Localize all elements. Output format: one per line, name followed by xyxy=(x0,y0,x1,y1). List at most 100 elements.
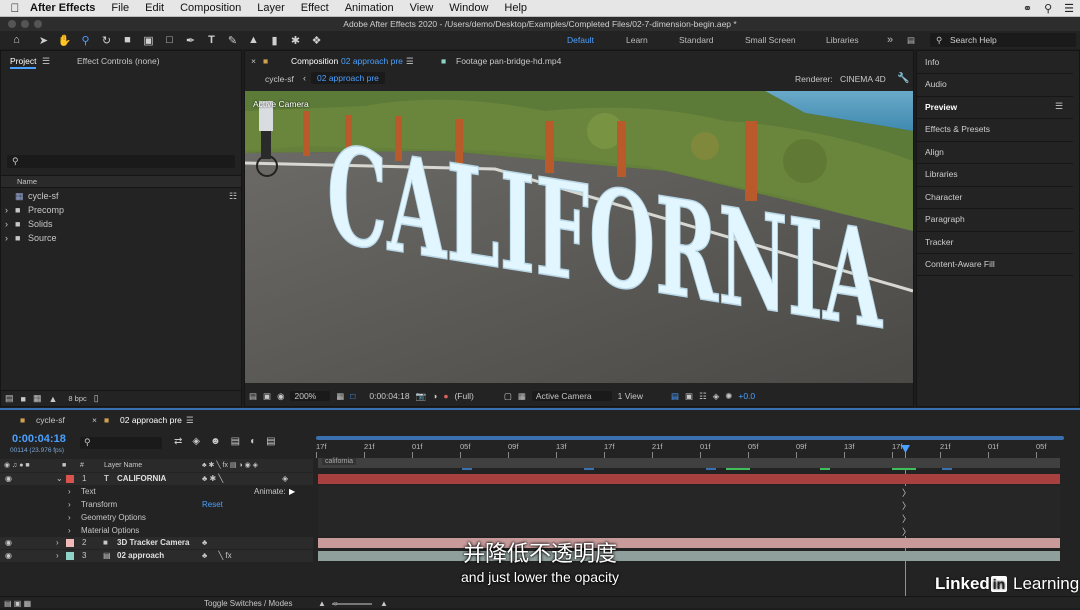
expand-arrow-icon[interactable]: › xyxy=(5,233,8,243)
workspace-libraries[interactable]: Libraries xyxy=(826,31,859,49)
flowchart-icon[interactable]: ☷ xyxy=(699,391,707,402)
always-preview-icon[interactable]: ▤ xyxy=(249,391,257,402)
menu-composition[interactable]: Composition xyxy=(180,2,241,14)
selection-tool-icon[interactable]: ➤ xyxy=(33,31,54,49)
menu-layer[interactable]: Layer xyxy=(257,2,285,14)
work-area-bar[interactable] xyxy=(316,436,1064,440)
layer-switches[interactable]: ♣ ✱ ╲ xyxy=(202,473,223,485)
collapse-arrow-icon[interactable]: ⌄ xyxy=(56,473,63,485)
grid-icon[interactable]: ▦ xyxy=(336,391,344,402)
tab-footage[interactable]: Footage pan-bridge-hd.mp4 xyxy=(456,53,561,69)
timeline-tab-cycle-sf[interactable]: cycle-sf xyxy=(36,412,65,428)
draft-3d-icon[interactable]: ◈ xyxy=(713,391,720,402)
keyframe-marker[interactable] xyxy=(892,468,916,470)
monitor-icon[interactable]: ▣ xyxy=(263,391,271,402)
3d-layer-icon[interactable]: ◈ xyxy=(282,473,288,485)
breadcrumb-cycle-sf[interactable]: cycle-sf xyxy=(265,74,294,84)
minimize-window-icon[interactable] xyxy=(21,20,29,28)
track-label-bar[interactable]: california xyxy=(318,458,1060,468)
timeline-menu-icon[interactable]: ☰ xyxy=(186,412,194,428)
eye-icon[interactable]: ◉ xyxy=(5,473,12,485)
wrench-icon[interactable]: 🔧 xyxy=(897,73,909,84)
color-channels-icon[interactable]: ● xyxy=(443,391,448,401)
close-window-icon[interactable] xyxy=(8,20,16,28)
menu-help[interactable]: Help xyxy=(504,2,527,14)
renderer-value[interactable]: CINEMA 4D xyxy=(840,74,886,84)
exposure-value[interactable]: +0.0 xyxy=(738,391,755,401)
property-transform[interactable]: › Transform Reset xyxy=(0,499,313,511)
snapshot-camera-icon[interactable]: 📷 xyxy=(416,391,427,402)
clone-stamp-tool-icon[interactable]: ▲ xyxy=(243,31,264,49)
menu-edit[interactable]: Edit xyxy=(145,2,164,14)
time-ruler[interactable]: 17f 21f 01f 05f 09f 13f 17f 21f 01f 05f 09f 13f 17f 2… xyxy=(313,434,1070,460)
timeline-zoom-slider[interactable] xyxy=(332,603,372,605)
project-search-input[interactable]: ⚲ xyxy=(7,155,235,168)
project-item-cycle-sf[interactable]: ▦ cycle-sf ☷ xyxy=(1,190,241,203)
hand-tool-icon[interactable]: ✋ xyxy=(54,31,75,49)
camera-tool-icon[interactable]: ■ xyxy=(117,31,138,49)
mask-visibility-icon[interactable]: ◉ xyxy=(277,391,284,402)
panel-tracker[interactable]: Tracker xyxy=(925,237,954,247)
keyframe-marker[interactable] xyxy=(726,468,750,470)
keyframe-marker[interactable] xyxy=(706,468,716,470)
eraser-tool-icon[interactable]: ▮ xyxy=(264,31,285,49)
app-menu[interactable]: After Effects xyxy=(30,2,95,14)
zoom-window-icon[interactable] xyxy=(34,20,42,28)
panel-paragraph[interactable]: Paragraph xyxy=(925,214,965,224)
timeline-tab-02-approach-pre[interactable]: 02 approach pre xyxy=(120,412,182,428)
fast-preview-icon[interactable]: ▢ xyxy=(504,391,512,402)
workspaces-overflow-icon[interactable]: » xyxy=(887,31,893,49)
project-item-source[interactable]: › ■ Source xyxy=(1,232,241,245)
type-tool-icon[interactable]: T xyxy=(201,31,222,49)
timecode-display[interactable]: 0:00:04:18 xyxy=(369,391,409,401)
tab-project[interactable]: Project xyxy=(10,53,37,69)
menu-view[interactable]: View xyxy=(410,2,434,14)
timeline-search-input[interactable]: ⚲ xyxy=(80,437,162,449)
fast-draft-icon[interactable]: ▣ xyxy=(685,391,693,402)
keyframe-icon[interactable]: 〉 xyxy=(902,486,911,499)
column-layer-name[interactable]: Layer Name xyxy=(104,459,142,472)
graph-editor-icon[interactable]: ▤ xyxy=(266,436,275,447)
workspace-small-screen[interactable]: Small Screen xyxy=(745,31,796,49)
pan-behind-tool-icon[interactable]: ▣ xyxy=(138,31,159,49)
render-queue-icon[interactable]: ▲ xyxy=(48,394,57,404)
project-menu-icon[interactable]: ☰ xyxy=(42,53,50,69)
animate-add-icon[interactable]: ▶ xyxy=(289,486,295,498)
brush-tool-icon[interactable]: ✎ xyxy=(222,31,243,49)
creative-cloud-icon[interactable]: ⚭ xyxy=(1023,2,1032,15)
property-geometry-options[interactable]: › Geometry Options xyxy=(0,512,313,524)
rectangle-tool-icon[interactable]: □ xyxy=(159,31,180,49)
view-layout-dropdown[interactable]: 1 View xyxy=(618,391,665,401)
expand-arrow-icon[interactable]: › xyxy=(5,205,8,215)
search-help-field[interactable]: ⚲ Search Help xyxy=(930,33,1076,47)
tab-composition-name[interactable]: 02 approach pre xyxy=(341,53,403,69)
column-name[interactable]: Name xyxy=(17,177,37,186)
panel-libraries[interactable]: Libraries xyxy=(925,169,958,179)
breadcrumb-02-approach-pre[interactable]: 02 approach pre xyxy=(311,72,385,84)
camera-view-dropdown[interactable]: Active Camera xyxy=(531,391,612,401)
show-snapshot-icon[interactable]: ◑ xyxy=(432,391,437,401)
project-item-solids[interactable]: › ■ Solids xyxy=(1,218,241,231)
composition-menu-icon[interactable]: ☰ xyxy=(406,53,414,69)
shy-layers-icon[interactable]: ☻ xyxy=(210,436,221,447)
flowchart-icon[interactable]: ☷ xyxy=(229,191,237,202)
workspace-learn[interactable]: Learn xyxy=(626,31,648,49)
panel-preview[interactable]: Preview xyxy=(925,102,957,112)
rotation-tool-icon[interactable]: ↻ xyxy=(96,31,117,49)
workspace-edit-icon[interactable]: ▤ xyxy=(907,31,915,49)
keyframe-icon[interactable]: 〉 xyxy=(902,499,911,512)
expand-arrow-icon[interactable]: › xyxy=(68,512,71,524)
close-tab-icon[interactable]: × xyxy=(251,53,256,69)
workspace-default[interactable]: Default xyxy=(567,31,594,49)
transparency-grid-icon[interactable]: ▦ xyxy=(518,391,526,402)
region-of-interest-icon[interactable]: □ xyxy=(350,391,355,401)
spotlight-search-icon[interactable]: ⚲ xyxy=(1044,2,1052,15)
layer-label-color[interactable] xyxy=(66,475,74,483)
reset-link[interactable]: Reset xyxy=(202,499,223,511)
panel-align[interactable]: Align xyxy=(925,147,944,157)
roto-brush-tool-icon[interactable]: ✱ xyxy=(285,31,306,49)
zoom-in-icon[interactable]: ▲ xyxy=(380,597,388,610)
bpc-label[interactable]: 8 bpc xyxy=(68,394,86,403)
pen-tool-icon[interactable]: ✒ xyxy=(180,31,201,49)
puppet-pin-tool-icon[interactable]: ❖ xyxy=(306,31,327,49)
